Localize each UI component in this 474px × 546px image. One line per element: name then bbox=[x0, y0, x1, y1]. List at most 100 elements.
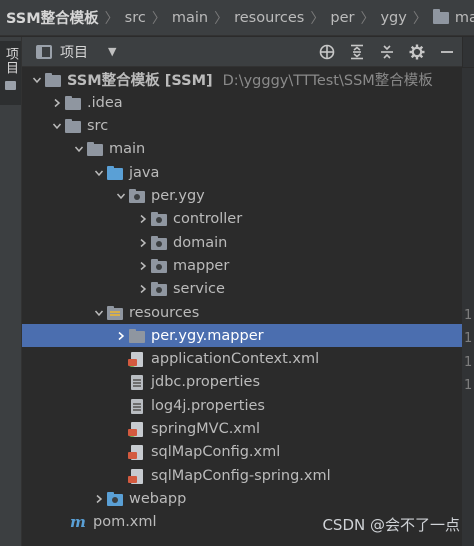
breadcrumb-item-project[interactable]: SSM整合模板 bbox=[6, 7, 99, 28]
package-icon bbox=[150, 235, 168, 251]
folder-icon bbox=[86, 141, 104, 157]
chevron-right-icon: 〉 bbox=[151, 10, 166, 27]
properties-file-icon bbox=[128, 374, 146, 391]
chevron-down-icon[interactable] bbox=[92, 166, 106, 180]
tree-row-src[interactable]: src bbox=[22, 115, 462, 138]
breadcrumb-item-mapper[interactable]: mapper bbox=[432, 8, 474, 26]
tree-row-log4j-properties[interactable]: log4j.properties bbox=[22, 394, 462, 417]
tree-row-applicationcontext-xml[interactable]: applicationContext.xml bbox=[22, 348, 462, 371]
chevron-right-icon[interactable] bbox=[136, 212, 150, 226]
chevron-right-icon: 〉 bbox=[310, 10, 325, 27]
web-folder-icon bbox=[106, 491, 124, 507]
chevron-right-icon: 〉 bbox=[214, 10, 229, 27]
resources-folder-icon bbox=[106, 305, 124, 321]
chevron-down-icon[interactable] bbox=[50, 119, 64, 133]
breadcrumb-item-per[interactable]: per bbox=[330, 10, 354, 26]
tree-row-main[interactable]: main bbox=[22, 138, 462, 161]
tree-row-label: sqlMapConfig.xml bbox=[151, 444, 281, 461]
csdn-watermark: CSDN @会不了一点 bbox=[322, 516, 460, 534]
minimize-icon[interactable] bbox=[432, 37, 462, 67]
tree-row-label: sqlMapConfig-spring.xml bbox=[151, 467, 331, 484]
tree-row-label: applicationContext.xml bbox=[151, 351, 320, 368]
tree-row-label: webapp bbox=[129, 490, 187, 507]
package-icon bbox=[150, 258, 168, 274]
line-number: 1 bbox=[464, 308, 473, 323]
source-folder-icon bbox=[106, 165, 124, 181]
xml-file-icon bbox=[128, 468, 146, 484]
chevron-right-icon[interactable] bbox=[136, 236, 150, 250]
package-icon bbox=[150, 281, 168, 297]
tree-row-label: jdbc.properties bbox=[151, 374, 261, 391]
chevron-right-icon: 〉 bbox=[412, 10, 427, 27]
project-tree: SSM整合模板 [SSM] D:\ygggy\TTTest\SSM整合模板 .i… bbox=[22, 68, 462, 546]
expand-all-icon[interactable] bbox=[342, 37, 372, 67]
tree-row-label: SSM整合模板 [SSM] bbox=[67, 73, 213, 89]
package-icon bbox=[150, 211, 168, 227]
chevron-right-icon[interactable] bbox=[114, 329, 128, 343]
chevron-down-icon[interactable] bbox=[92, 306, 106, 320]
tree-row-label: pom.xml bbox=[93, 514, 157, 531]
project-view-icon bbox=[36, 44, 52, 59]
project-panel-header: 项目 ▼ bbox=[22, 37, 474, 67]
tree-row-resources[interactable]: resources bbox=[22, 301, 462, 324]
tree-row-label: main bbox=[109, 141, 146, 158]
chevron-right-icon[interactable] bbox=[136, 282, 150, 296]
tree-row-label: service bbox=[173, 281, 225, 298]
tree-row-per-ygy[interactable]: per.ygy bbox=[22, 185, 462, 208]
line-number: 1 bbox=[464, 355, 473, 370]
tree-row-webapp[interactable]: webapp bbox=[22, 487, 462, 510]
chevron-down-icon[interactable] bbox=[114, 189, 128, 203]
tree-row-label: java bbox=[129, 164, 160, 181]
breadcrumb: SSM整合模板 〉 src 〉 main 〉 resources 〉 per 〉… bbox=[0, 0, 474, 36]
gear-icon[interactable] bbox=[402, 37, 432, 67]
breadcrumb-item-ygy[interactable]: ygy bbox=[380, 10, 406, 26]
project-tool-tab-label: 项目 bbox=[3, 47, 18, 75]
breadcrumb-item-src[interactable]: src bbox=[125, 10, 146, 26]
breadcrumb-item-resources[interactable]: resources bbox=[234, 10, 304, 26]
tree-row-label: springMVC.xml bbox=[151, 421, 261, 437]
collapse-all-icon[interactable] bbox=[372, 37, 402, 67]
tree-row-idea[interactable]: .idea bbox=[22, 91, 462, 114]
chevron-right-icon[interactable] bbox=[92, 492, 106, 506]
line-number: 1 bbox=[464, 378, 473, 393]
tree-row-label: resources bbox=[129, 304, 200, 321]
tree-row-project-root[interactable]: SSM整合模板 [SSM] D:\ygggy\TTTest\SSM整合模板 bbox=[22, 68, 462, 91]
tree-row-domain[interactable]: domain bbox=[22, 231, 462, 254]
maven-icon: m bbox=[70, 513, 86, 532]
project-tool-tab[interactable]: 项目 bbox=[0, 41, 21, 105]
locate-icon[interactable] bbox=[312, 37, 342, 67]
module-folder-icon bbox=[44, 72, 62, 88]
properties-file-icon bbox=[128, 398, 146, 414]
breadcrumb-item-main[interactable]: main bbox=[172, 10, 208, 26]
chevron-down-icon[interactable]: ▼ bbox=[108, 45, 116, 58]
tree-row-label: src bbox=[87, 118, 109, 135]
editor-gutter: 1 1 1 1 bbox=[462, 68, 474, 546]
tree-row-label: domain bbox=[173, 234, 228, 251]
tree-row-jdbc-properties[interactable]: jdbc.properties bbox=[22, 371, 462, 394]
tree-row-springmvc-xml[interactable]: springMVC.xml bbox=[22, 418, 462, 441]
tree-row-label: mapper bbox=[173, 257, 230, 274]
tree-row-per-ygy-mapper[interactable]: per.ygy.mapper bbox=[22, 324, 462, 348]
tree-row-java[interactable]: java bbox=[22, 161, 462, 184]
folder-icon bbox=[64, 118, 82, 134]
project-view-title[interactable]: 项目 bbox=[60, 42, 88, 62]
spring-xml-file-icon bbox=[128, 351, 146, 368]
package-icon bbox=[128, 188, 146, 204]
tree-row-label: .idea bbox=[87, 94, 123, 111]
breadcrumb-item-mapper-label: mapper bbox=[454, 9, 474, 26]
line-number: 1 bbox=[464, 331, 473, 346]
tree-row-sqlmapconfig-spring-xml[interactable]: sqlMapConfig-spring.xml bbox=[22, 464, 462, 487]
chevron-down-icon[interactable] bbox=[30, 73, 44, 87]
tree-row-sqlmapconfig-xml[interactable]: sqlMapConfig.xml bbox=[22, 441, 462, 464]
tree-row-label: controller bbox=[173, 211, 243, 228]
tree-row-label: per.ygy bbox=[151, 188, 205, 204]
chevron-right-icon[interactable] bbox=[136, 259, 150, 273]
tree-row-mapper[interactable]: mapper bbox=[22, 254, 462, 277]
tree-row-label: per.ygy.mapper bbox=[151, 327, 264, 344]
editor-tab-strip bbox=[462, 37, 474, 67]
tree-row-controller[interactable]: controller bbox=[22, 208, 462, 231]
tree-row-service[interactable]: service bbox=[22, 278, 462, 301]
chevron-down-icon[interactable] bbox=[72, 142, 86, 156]
spring-xml-file-icon bbox=[128, 421, 146, 437]
chevron-right-icon[interactable] bbox=[50, 96, 64, 110]
